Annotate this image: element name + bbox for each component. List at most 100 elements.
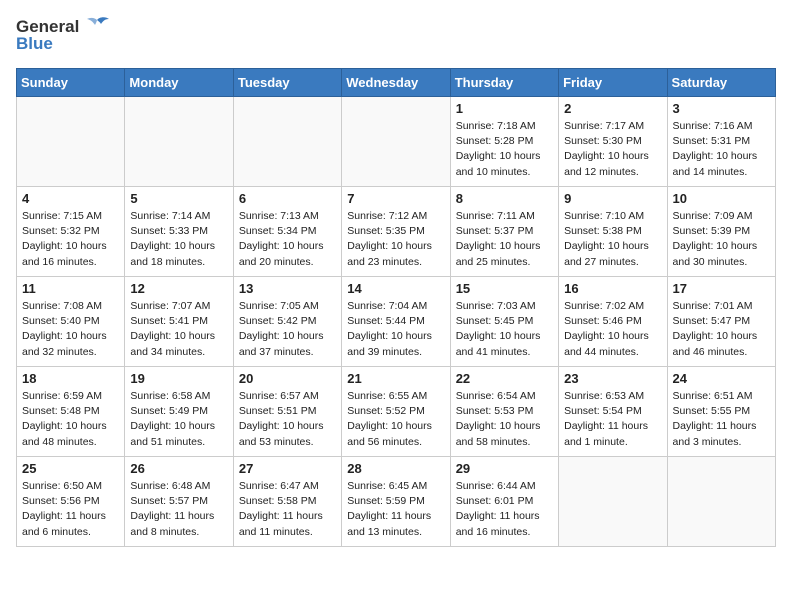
- cell-content: Sunrise: 6:51 AM Sunset: 5:55 PM Dayligh…: [673, 389, 770, 450]
- day-number: 3: [673, 101, 770, 116]
- col-header-monday: Monday: [125, 69, 233, 97]
- cell-content: Sunrise: 6:47 AM Sunset: 5:58 PM Dayligh…: [239, 479, 336, 540]
- calendar-cell: 4 Sunrise: 7:15 AM Sunset: 5:32 PM Daylig…: [17, 187, 125, 277]
- calendar-cell: 17 Sunrise: 7:01 AM Sunset: 5:47 PM Dayli…: [667, 277, 775, 367]
- day-number: 19: [130, 371, 227, 386]
- day-number: 10: [673, 191, 770, 206]
- cell-content: Sunrise: 6:58 AM Sunset: 5:49 PM Dayligh…: [130, 389, 227, 450]
- day-number: 2: [564, 101, 661, 116]
- day-number: 12: [130, 281, 227, 296]
- calendar-week-row: 4 Sunrise: 7:15 AM Sunset: 5:32 PM Daylig…: [17, 187, 776, 277]
- cell-content: Sunrise: 7:17 AM Sunset: 5:30 PM Dayligh…: [564, 119, 661, 180]
- day-number: 17: [673, 281, 770, 296]
- cell-content: Sunrise: 7:05 AM Sunset: 5:42 PM Dayligh…: [239, 299, 336, 360]
- cell-content: Sunrise: 7:11 AM Sunset: 5:37 PM Dayligh…: [456, 209, 553, 270]
- cell-content: Sunrise: 7:03 AM Sunset: 5:45 PM Dayligh…: [456, 299, 553, 360]
- day-number: 24: [673, 371, 770, 386]
- calendar-cell: 22 Sunrise: 6:54 AM Sunset: 5:53 PM Dayli…: [450, 367, 558, 457]
- calendar-cell: 18 Sunrise: 6:59 AM Sunset: 5:48 PM Dayli…: [17, 367, 125, 457]
- cell-content: Sunrise: 6:48 AM Sunset: 5:57 PM Dayligh…: [130, 479, 227, 540]
- cell-content: Sunrise: 7:09 AM Sunset: 5:39 PM Dayligh…: [673, 209, 770, 270]
- calendar-cell: [667, 457, 775, 547]
- col-header-saturday: Saturday: [667, 69, 775, 97]
- calendar-table: SundayMondayTuesdayWednesdayThursdayFrid…: [16, 68, 776, 547]
- calendar-cell: 28 Sunrise: 6:45 AM Sunset: 5:59 PM Dayli…: [342, 457, 450, 547]
- calendar-cell: [233, 97, 341, 187]
- col-header-wednesday: Wednesday: [342, 69, 450, 97]
- day-number: 21: [347, 371, 444, 386]
- calendar-cell: 6 Sunrise: 7:13 AM Sunset: 5:34 PM Daylig…: [233, 187, 341, 277]
- top-bar: General Blue: [16, 16, 776, 62]
- calendar-cell: 24 Sunrise: 6:51 AM Sunset: 5:55 PM Dayli…: [667, 367, 775, 457]
- cell-content: Sunrise: 7:08 AM Sunset: 5:40 PM Dayligh…: [22, 299, 119, 360]
- cell-content: Sunrise: 6:54 AM Sunset: 5:53 PM Dayligh…: [456, 389, 553, 450]
- calendar-cell: 3 Sunrise: 7:16 AM Sunset: 5:31 PM Daylig…: [667, 97, 775, 187]
- cell-content: Sunrise: 7:07 AM Sunset: 5:41 PM Dayligh…: [130, 299, 227, 360]
- cell-content: Sunrise: 7:14 AM Sunset: 5:33 PM Dayligh…: [130, 209, 227, 270]
- calendar-cell: 26 Sunrise: 6:48 AM Sunset: 5:57 PM Dayli…: [125, 457, 233, 547]
- day-number: 11: [22, 281, 119, 296]
- calendar-week-row: 25Sunrise: 6:50 AM Sunset: 5:56 PM Dayli…: [17, 457, 776, 547]
- calendar-cell: 14 Sunrise: 7:04 AM Sunset: 5:44 PM Dayli…: [342, 277, 450, 367]
- col-header-tuesday: Tuesday: [233, 69, 341, 97]
- cell-content: Sunrise: 7:13 AM Sunset: 5:34 PM Dayligh…: [239, 209, 336, 270]
- day-number: 18: [22, 371, 119, 386]
- calendar-header-row: SundayMondayTuesdayWednesdayThursdayFrid…: [17, 69, 776, 97]
- day-number: 1: [456, 101, 553, 116]
- cell-content: Sunrise: 7:18 AM Sunset: 5:28 PM Dayligh…: [456, 119, 553, 180]
- cell-content: Sunrise: 7:01 AM Sunset: 5:47 PM Dayligh…: [673, 299, 770, 360]
- day-number: 6: [239, 191, 336, 206]
- day-number: 28: [347, 461, 444, 476]
- cell-content: Sunrise: 6:45 AM Sunset: 5:59 PM Dayligh…: [347, 479, 444, 540]
- cell-content: Sunrise: 7:04 AM Sunset: 5:44 PM Dayligh…: [347, 299, 444, 360]
- calendar-cell: 20Sunrise: 6:57 AM Sunset: 5:51 PM Dayli…: [233, 367, 341, 457]
- cell-content: Sunrise: 7:16 AM Sunset: 5:31 PM Dayligh…: [673, 119, 770, 180]
- calendar-cell: 25Sunrise: 6:50 AM Sunset: 5:56 PM Dayli…: [17, 457, 125, 547]
- calendar-cell: 13 Sunrise: 7:05 AM Sunset: 5:42 PM Dayli…: [233, 277, 341, 367]
- day-number: 5: [130, 191, 227, 206]
- day-number: 9: [564, 191, 661, 206]
- day-number: 25: [22, 461, 119, 476]
- calendar-cell: 12 Sunrise: 7:07 AM Sunset: 5:41 PM Dayli…: [125, 277, 233, 367]
- calendar-cell: [17, 97, 125, 187]
- day-number: 8: [456, 191, 553, 206]
- calendar-cell: 7Sunrise: 7:12 AM Sunset: 5:35 PM Daylig…: [342, 187, 450, 277]
- logo-bird-icon: [83, 16, 111, 38]
- calendar-cell: 2 Sunrise: 7:17 AM Sunset: 5:30 PM Daylig…: [559, 97, 667, 187]
- cell-content: Sunrise: 7:10 AM Sunset: 5:38 PM Dayligh…: [564, 209, 661, 270]
- day-number: 16: [564, 281, 661, 296]
- col-header-friday: Friday: [559, 69, 667, 97]
- calendar-cell: 27 Sunrise: 6:47 AM Sunset: 5:58 PM Dayli…: [233, 457, 341, 547]
- calendar-cell: 8 Sunrise: 7:11 AM Sunset: 5:37 PM Daylig…: [450, 187, 558, 277]
- calendar-cell: 5 Sunrise: 7:14 AM Sunset: 5:33 PM Daylig…: [125, 187, 233, 277]
- col-header-thursday: Thursday: [450, 69, 558, 97]
- cell-content: Sunrise: 6:44 AM Sunset: 6:01 PM Dayligh…: [456, 479, 553, 540]
- cell-content: Sunrise: 7:15 AM Sunset: 5:32 PM Dayligh…: [22, 209, 119, 270]
- day-number: 14: [347, 281, 444, 296]
- calendar-cell: 15 Sunrise: 7:03 AM Sunset: 5:45 PM Dayli…: [450, 277, 558, 367]
- calendar-cell: 29 Sunrise: 6:44 AM Sunset: 6:01 PM Dayli…: [450, 457, 558, 547]
- cell-content: Sunrise: 6:55 AM Sunset: 5:52 PM Dayligh…: [347, 389, 444, 450]
- calendar-cell: 1 Sunrise: 7:18 AM Sunset: 5:28 PM Daylig…: [450, 97, 558, 187]
- day-number: 13: [239, 281, 336, 296]
- calendar-cell: [125, 97, 233, 187]
- calendar-cell: 16Sunrise: 7:02 AM Sunset: 5:46 PM Dayli…: [559, 277, 667, 367]
- logo-text-blue: Blue: [16, 34, 53, 54]
- day-number: 23: [564, 371, 661, 386]
- day-number: 29: [456, 461, 553, 476]
- calendar-cell: 9 Sunrise: 7:10 AM Sunset: 5:38 PM Daylig…: [559, 187, 667, 277]
- day-number: 27: [239, 461, 336, 476]
- calendar-week-row: 1 Sunrise: 7:18 AM Sunset: 5:28 PM Daylig…: [17, 97, 776, 187]
- day-number: 4: [22, 191, 119, 206]
- calendar-week-row: 11 Sunrise: 7:08 AM Sunset: 5:40 PM Dayli…: [17, 277, 776, 367]
- day-number: 20: [239, 371, 336, 386]
- calendar-cell: [559, 457, 667, 547]
- day-number: 26: [130, 461, 227, 476]
- col-header-sunday: Sunday: [17, 69, 125, 97]
- calendar-cell: 23Sunrise: 6:53 AM Sunset: 5:54 PM Dayli…: [559, 367, 667, 457]
- day-number: 22: [456, 371, 553, 386]
- calendar-cell: 11 Sunrise: 7:08 AM Sunset: 5:40 PM Dayli…: [17, 277, 125, 367]
- day-number: 15: [456, 281, 553, 296]
- cell-content: Sunrise: 6:59 AM Sunset: 5:48 PM Dayligh…: [22, 389, 119, 450]
- cell-content: Sunrise: 7:12 AM Sunset: 5:35 PM Dayligh…: [347, 209, 444, 270]
